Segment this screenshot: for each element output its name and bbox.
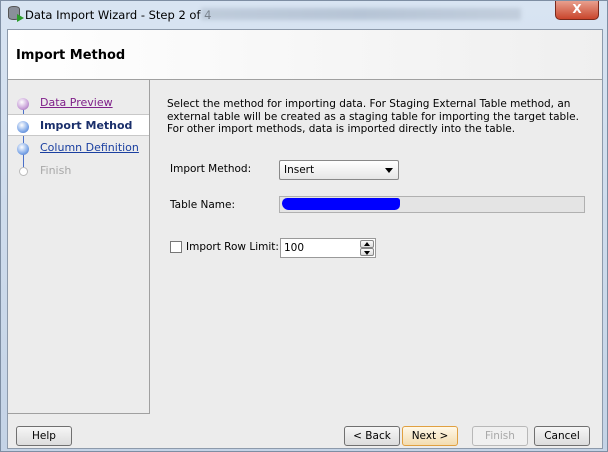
back-button[interactable]: < Back [344,426,400,446]
step-label: Import Method [40,119,133,132]
import-row-limit-label: Import Row Limit: [186,241,279,253]
row-limit-spinner[interactable]: 100 [280,238,376,258]
wizard-header: Import Method [8,30,602,80]
database-app-icon [8,6,24,22]
step-finish: Finish [8,160,149,182]
step-icon [17,143,29,155]
import-method-label: Import Method: [170,163,252,175]
help-button[interactable]: Help [16,426,72,446]
import-method-select[interactable]: Insert [279,160,399,180]
redaction-mark [282,198,400,210]
step-data-preview[interactable]: Data Preview [8,92,149,114]
next-button[interactable]: Next > [402,426,458,446]
finish-button: Finish [472,426,528,446]
step-label[interactable]: Column Definition [40,141,139,154]
import-method-value: Insert [284,164,315,176]
close-button[interactable]: X [555,1,599,20]
steps-nav: Data Preview Import Method Column Defini… [8,80,150,414]
step-column-definition[interactable]: Column Definition [8,137,149,159]
import-row-limit-checkbox[interactable] [170,241,182,253]
wizard-body: Import Method Data Preview Import Method… [7,29,603,449]
step-disabled-icon [19,167,28,176]
table-name-field[interactable] [279,196,585,213]
step-visited-icon [17,98,29,110]
description-text: Select the method for importing data. Fo… [167,98,579,135]
table-name-label: Table Name: [170,199,236,211]
row-limit-value: 100 [284,242,305,254]
cancel-button[interactable]: Cancel [534,426,590,446]
spin-up-icon[interactable] [360,240,374,248]
wizard-window: Data Import Wizard - Step 2 of 4 X Impor… [0,0,608,452]
blurred-background-title [201,8,521,20]
page-title: Import Method [16,48,126,63]
step-label: Finish [40,164,72,177]
chevron-down-icon [385,168,393,173]
spin-down-icon[interactable] [360,248,374,256]
step-import-method[interactable]: Import Method [8,114,149,136]
step-current-icon [17,121,29,133]
window-title: Data Import Wizard - Step 2 of 4 [25,8,212,22]
step-label[interactable]: Data Preview [40,96,113,109]
